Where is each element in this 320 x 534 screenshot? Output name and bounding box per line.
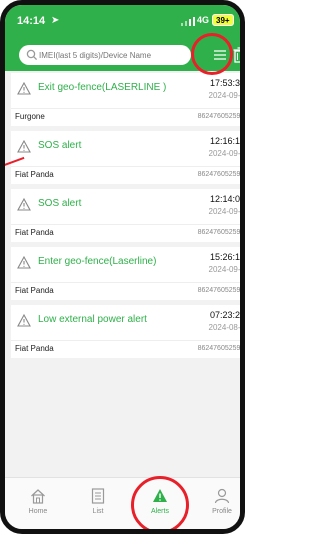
alert-card[interactable]: SOS alert 12:14:08 2024-09-0 Fiat Panda … (11, 189, 240, 242)
vehicle-name: Fiat Panda (15, 170, 54, 179)
phone-frame: 14:14 ➤ 4G 39+ IMEI(last 5 digits)/Devic… (0, 0, 245, 534)
alert-card[interactable]: SOS alert 12:16:15 2024-09-0 Fiat Panda … (11, 131, 240, 184)
alert-card-footer: Furgone 862476052599767 (11, 109, 240, 126)
alert-time: 17:53:35 (209, 78, 240, 88)
alert-card-header: Enter geo-fence(Laserline) 15:26:12 2024… (11, 247, 240, 283)
warning-icon (17, 314, 31, 327)
device-imei: 862476052599858 (197, 229, 240, 236)
warning-icon (17, 198, 31, 211)
alert-card-footer: Fiat Panda 862476052599858 (11, 283, 240, 300)
warning-icon (17, 140, 31, 153)
device-imei: 862476052599767 (197, 113, 240, 120)
alert-card-footer: Fiat Panda 862476052599858 (11, 167, 240, 184)
alert-card-footer: Fiat Panda 862476052599858 (11, 225, 240, 242)
device-imei: 862476052599858 (197, 287, 240, 294)
alert-title: Low external power alert (38, 314, 147, 325)
status-time: 14:14 (17, 15, 46, 27)
signal-icon (181, 17, 195, 26)
annotation-line-right (241, 75, 245, 88)
alert-card[interactable]: Exit geo-fence(LASERLINE ) 17:53:35 2024… (11, 73, 240, 126)
alert-card-footer: Fiat Panda 862476052599858 (11, 341, 240, 358)
alert-card-header: Exit geo-fence(LASERLINE ) 17:53:35 2024… (11, 73, 240, 109)
trash-icon[interactable] (233, 47, 245, 63)
tab-home[interactable]: Home (16, 488, 60, 528)
tab-bar: Home List Alerts Profile (5, 477, 240, 529)
vehicle-name: Fiat Panda (15, 286, 54, 295)
alert-title: SOS alert (38, 140, 82, 151)
alert-list: Exit geo-fence(LASERLINE ) 17:53:35 2024… (5, 71, 240, 471)
alert-time: 15:26:12 (209, 252, 240, 262)
device-imei: 862476052599858 (197, 171, 240, 178)
list-icon (91, 488, 105, 504)
warning-icon (17, 256, 31, 269)
alert-date: 2024-09-0 (208, 265, 240, 274)
alert-card-header: Low external power alert 07:23:26 2024-0… (11, 305, 240, 341)
tab-profile-label: Profile (212, 508, 232, 515)
vehicle-name: Fiat Panda (15, 344, 54, 353)
alert-card-header: SOS alert 12:14:08 2024-09-0 (11, 189, 240, 225)
location-arrow-icon: ➤ (51, 15, 60, 26)
tab-list[interactable]: List (76, 488, 120, 528)
alert-date: 2024-09-0 (208, 149, 240, 158)
vehicle-name: Furgone (15, 112, 45, 121)
status-bar: 14:14 ➤ 4G 39+ (5, 5, 240, 35)
alert-date: 2024-09-1 (208, 91, 240, 100)
alert-title: Exit geo-fence(LASERLINE ) (38, 82, 167, 93)
alert-card-header: SOS alert 12:16:15 2024-09-0 (11, 131, 240, 167)
tab-home-label: Home (28, 508, 48, 515)
alert-title: Enter geo-fence(Laserline) (38, 256, 157, 267)
alert-time: 07:23:26 (209, 310, 240, 320)
search-icon (26, 49, 38, 61)
alert-card[interactable]: Low external power alert 07:23:26 2024-0… (11, 305, 240, 358)
tab-list-label: List (92, 508, 104, 515)
alert-date: 2024-08-2 (208, 323, 240, 332)
alert-title: SOS alert (38, 198, 82, 209)
annotation-circle-filter (191, 33, 233, 75)
vehicle-name: Fiat Panda (15, 228, 54, 237)
warning-icon (17, 82, 31, 95)
search-bar[interactable] (19, 45, 191, 65)
profile-icon (214, 488, 230, 504)
battery-indicator: 39+ (212, 14, 234, 26)
alert-card[interactable]: Enter geo-fence(Laserline) 15:26:12 2024… (11, 247, 240, 300)
alert-date: 2024-09-0 (208, 207, 240, 216)
device-imei: 862476052599858 (197, 345, 240, 352)
tab-profile[interactable]: Profile (200, 488, 240, 528)
annotation-circle-alerts (131, 476, 189, 529)
alert-time: 12:16:15 (209, 136, 240, 146)
home-icon (31, 489, 45, 504)
network-type: 4G (197, 15, 210, 25)
search-input[interactable] (39, 48, 187, 62)
alert-time: 12:14:08 (209, 194, 240, 204)
